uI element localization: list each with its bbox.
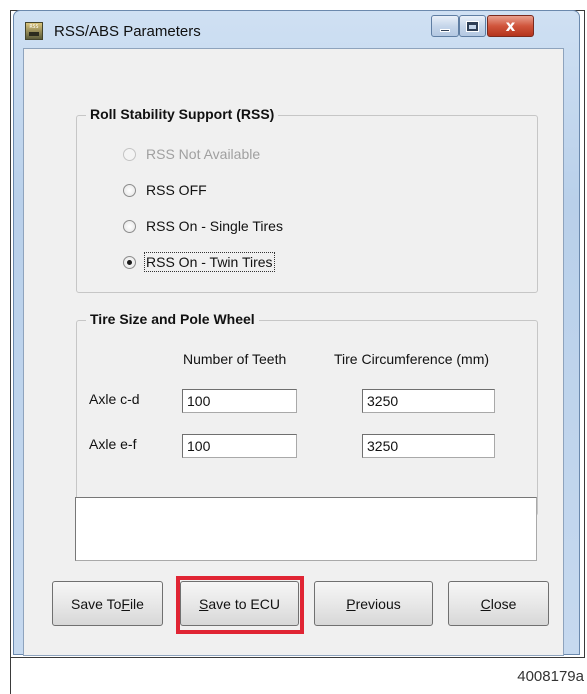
axle-cd-label: Axle c-d [89,391,140,407]
radio-label: RSS Not Available [146,146,261,162]
figure-id: 4008179a [517,668,584,685]
radio-rss-on-twin[interactable]: RSS On - Twin Tires [123,252,275,272]
column-header-teeth: Number of Teeth [183,351,287,367]
maximize-button[interactable] [459,15,486,37]
tire-group-title: Tire Size and Pole Wheel [86,311,259,327]
radio-rss-on-single[interactable]: RSS On - Single Tires [123,218,283,234]
minimize-button[interactable] [431,15,459,37]
window-title: RSS/ABS Parameters [54,23,201,40]
axle-cd-circumference-input[interactable]: 3250 [362,389,495,413]
axle-ef-label: Axle e-f [89,436,137,452]
column-header-circumference: Tire Circumference (mm) [334,351,490,367]
close-icon: x [505,17,516,35]
minimize-icon [440,28,450,32]
close-button[interactable]: Close [448,581,549,626]
radio-button-icon[interactable] [123,183,136,197]
radio-label[interactable]: RSS On - Single Tires [146,218,283,234]
axle-cd-teeth-input[interactable]: 100 [182,389,297,413]
tire-groupbox: Tire Size and Pole Wheel Number of Teeth… [76,311,538,516]
dialog-client-area: Roll Stability Support (RSS) RSS Not Ava… [23,48,564,656]
title-bar[interactable]: RSS RSS/ABS Parameters x [14,11,579,51]
maximize-icon [467,21,478,31]
radio-button-icon[interactable] [123,219,136,233]
radio-label[interactable]: RSS On - Twin Tires [144,252,275,272]
status-message-box [75,497,537,561]
rss-groupbox: Roll Stability Support (RSS) RSS Not Ava… [76,106,538,293]
axle-ef-circumference-input[interactable]: 3250 [362,434,495,458]
previous-button[interactable]: Previous [314,581,433,626]
save-to-ecu-button[interactable]: Save to ECU [180,581,299,626]
radio-rss-not-available: RSS Not Available [123,146,260,162]
app-icon: RSS [25,22,43,40]
axle-ef-teeth-input[interactable]: 100 [182,434,297,458]
close-window-button[interactable]: x [487,15,534,37]
figure-border [10,658,11,694]
rss-group-title: Roll Stability Support (RSS) [86,106,279,122]
save-to-file-button[interactable]: Save To File [52,581,163,626]
radio-rss-off[interactable]: RSS OFF [123,182,207,198]
radio-label[interactable]: RSS OFF [146,182,207,198]
radio-button-selected-icon[interactable] [123,255,136,269]
radio-button-icon [123,147,136,161]
